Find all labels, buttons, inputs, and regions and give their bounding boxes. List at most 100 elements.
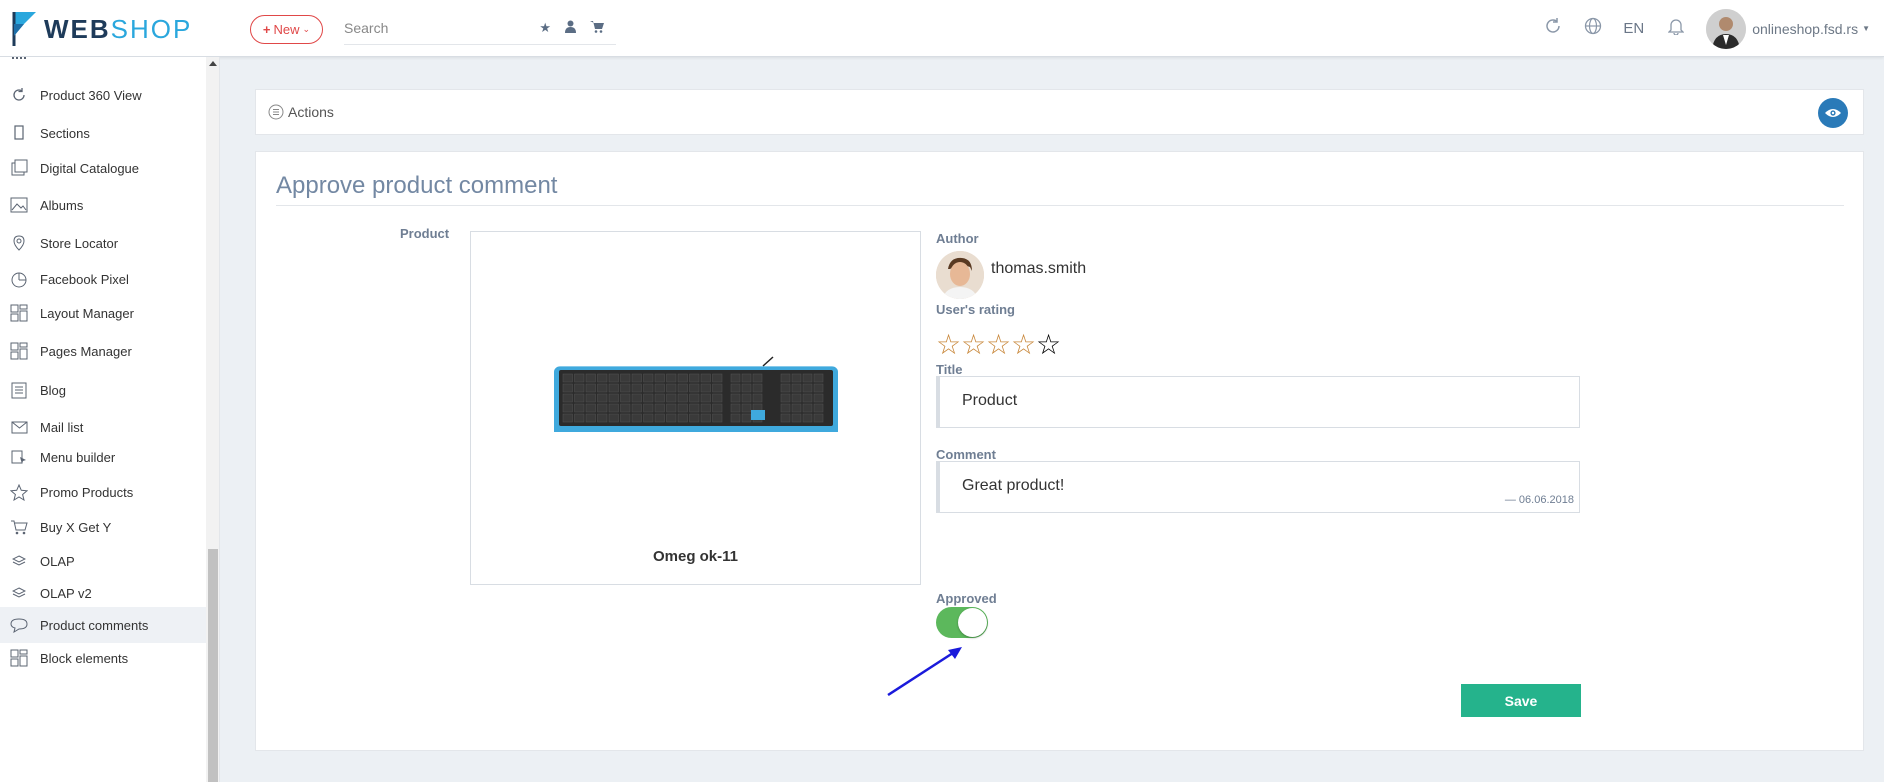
sidebar-item-block-elements[interactable]: Block elements	[0, 640, 206, 676]
sidebar-item-label: Product 360 View	[40, 87, 142, 103]
chevron-down-icon: ⌄	[302, 24, 311, 34]
layout-icon	[10, 304, 28, 322]
eye-icon	[1825, 109, 1841, 117]
sidebar: Product 360 View Sections Digital Catalogu…	[0, 57, 220, 782]
comment-value: Great product!	[962, 477, 1065, 494]
rotate-icon	[10, 86, 28, 104]
user-icon[interactable]	[565, 20, 576, 36]
actions-bar: Actions	[255, 89, 1864, 135]
sidebar-item-olap-v2[interactable]: OLAP v2	[0, 575, 206, 611]
sidebar-scrollbar[interactable]	[206, 57, 219, 782]
sidebar-item-label: Promo Products	[40, 484, 134, 500]
layout-icon	[10, 649, 28, 667]
sidebar-item-buy-x-get-y[interactable]: Buy X Get Y	[0, 509, 206, 545]
search-bar: ★	[344, 13, 616, 45]
approved-toggle[interactable]	[936, 607, 988, 638]
avatar	[1706, 8, 1747, 49]
sidebar-item-label: OLAP v2	[40, 585, 92, 601]
new-button-label: New	[273, 22, 300, 37]
star-icon: ☆	[1036, 329, 1062, 360]
sidebar-item-label: Menu builder	[40, 449, 116, 465]
top-right-controls: EN onlineshop.fsd.rs ▼	[1543, 0, 1884, 57]
sidebar-item-digital-catalogue[interactable]: Digital Catalogue	[0, 150, 206, 186]
sidebar-item-label: OLAP	[40, 553, 75, 569]
map-icon	[10, 234, 28, 252]
sidebar-item-label: Store Locator	[40, 235, 119, 251]
new-button[interactable]: + New ⌄	[250, 15, 323, 44]
annotation-arrow-icon	[887, 647, 962, 697]
product-name: Omeg ok-11	[652, 548, 739, 565]
sidebar-item-olap[interactable]: OLAP	[0, 543, 206, 579]
globe-icon[interactable]	[1583, 17, 1603, 40]
user-menu[interactable]: onlineshop.fsd.rs ▼	[1706, 8, 1870, 49]
title-value: Product	[962, 392, 1018, 409]
logo-text: WEBSHOP	[44, 13, 193, 44]
product-card: Omeg ok-11	[470, 231, 921, 585]
sidebar-item-label: Albums	[40, 197, 84, 213]
approve-comment-panel: Approve product comment Product Omeg ok-…	[255, 151, 1864, 751]
pie-chart-icon	[10, 270, 28, 288]
image-icon	[10, 196, 28, 214]
author-name: thomas.smith	[991, 260, 1087, 277]
title-divider	[276, 205, 1844, 206]
rating-stars: ☆ ☆ ☆ ☆ ☆	[936, 331, 1061, 359]
rating-label: User's rating	[936, 302, 1015, 317]
star-icon	[10, 483, 28, 501]
product-image	[554, 356, 838, 432]
sidebar-item-albums[interactable]: Albums	[0, 187, 206, 223]
blog-icon	[10, 381, 28, 399]
plus-icon: +	[262, 22, 271, 37]
layers-icon	[10, 552, 28, 570]
sidebar-item-product-360-view[interactable]: Product 360 View	[0, 77, 206, 113]
sidebar-item-label: Pages Manager	[40, 343, 132, 359]
search-input[interactable]	[344, 13, 524, 43]
comment-date: — 06.06.2018	[1504, 494, 1574, 506]
tablet-icon	[10, 124, 28, 142]
comment-icon	[10, 616, 28, 634]
chevron-down-icon: ▼	[1862, 24, 1870, 33]
layers-icon	[10, 584, 28, 602]
cart-icon[interactable]	[590, 20, 604, 36]
sidebar-item-blog[interactable]: Blog	[0, 372, 206, 408]
sidebar-item-label: Layout Manager	[40, 305, 134, 321]
sidebar-item-product-comments[interactable]: Product comments	[0, 607, 206, 643]
user-name: onlineshop.fsd.rs	[1752, 20, 1859, 37]
list-icon	[268, 104, 284, 120]
webshop-logo[interactable]: WEBSHOP	[12, 10, 192, 48]
catalogue-icon	[10, 159, 28, 177]
preview-button[interactable]	[1818, 98, 1848, 128]
sidebar-item-facebook-pixel[interactable]: Facebook Pixel	[0, 261, 206, 297]
sidebar-item-layout-manager[interactable]: Layout Manager	[0, 295, 206, 331]
comment-field[interactable]: Great product! — 06.06.2018	[936, 461, 1580, 513]
mail-icon	[10, 418, 28, 436]
save-button[interactable]: Save	[1461, 684, 1581, 717]
title-field[interactable]: Product	[936, 376, 1580, 428]
sidebar-item-label: Digital Catalogue	[40, 160, 140, 176]
comment-label: Comment	[936, 447, 996, 462]
sidebar-item-pages-manager[interactable]: Pages Manager	[0, 333, 206, 369]
sidebar-item-store-locator[interactable]: Store Locator	[0, 225, 206, 261]
sidebar-item-promo-products[interactable]: Promo Products	[0, 474, 206, 510]
sidebar-item-menu-builder[interactable]: Menu builder	[0, 439, 206, 475]
sidebar-item-label: Blog	[40, 382, 67, 398]
actions-menu[interactable]: Actions	[268, 104, 334, 120]
star-icon: ☆	[961, 329, 987, 360]
sidebar-item-label: Block elements	[40, 650, 129, 666]
author-label: Author	[936, 231, 979, 246]
language-selector[interactable]: EN	[1623, 20, 1644, 37]
top-bar: WEBSHOP + New ⌄ ★ EN	[0, 0, 1884, 57]
logo-flag-icon	[12, 12, 36, 46]
scrollbar-thumb[interactable]	[208, 549, 218, 782]
star-icon[interactable]: ★	[539, 20, 551, 36]
title-label: Title	[936, 362, 963, 377]
toggle-knob	[958, 608, 987, 637]
refresh-icon[interactable]	[1543, 17, 1563, 40]
sidebar-item-sections[interactable]: Sections	[0, 115, 206, 151]
sidebar-item-label: Mail list	[40, 419, 84, 435]
scroll-up-icon[interactable]	[209, 61, 217, 66]
bell-icon[interactable]	[1666, 17, 1686, 40]
layout-icon	[10, 342, 28, 360]
menu-icon	[10, 448, 28, 466]
sidebar-item-label: Facebook Pixel	[40, 271, 129, 287]
author-avatar	[936, 251, 984, 299]
